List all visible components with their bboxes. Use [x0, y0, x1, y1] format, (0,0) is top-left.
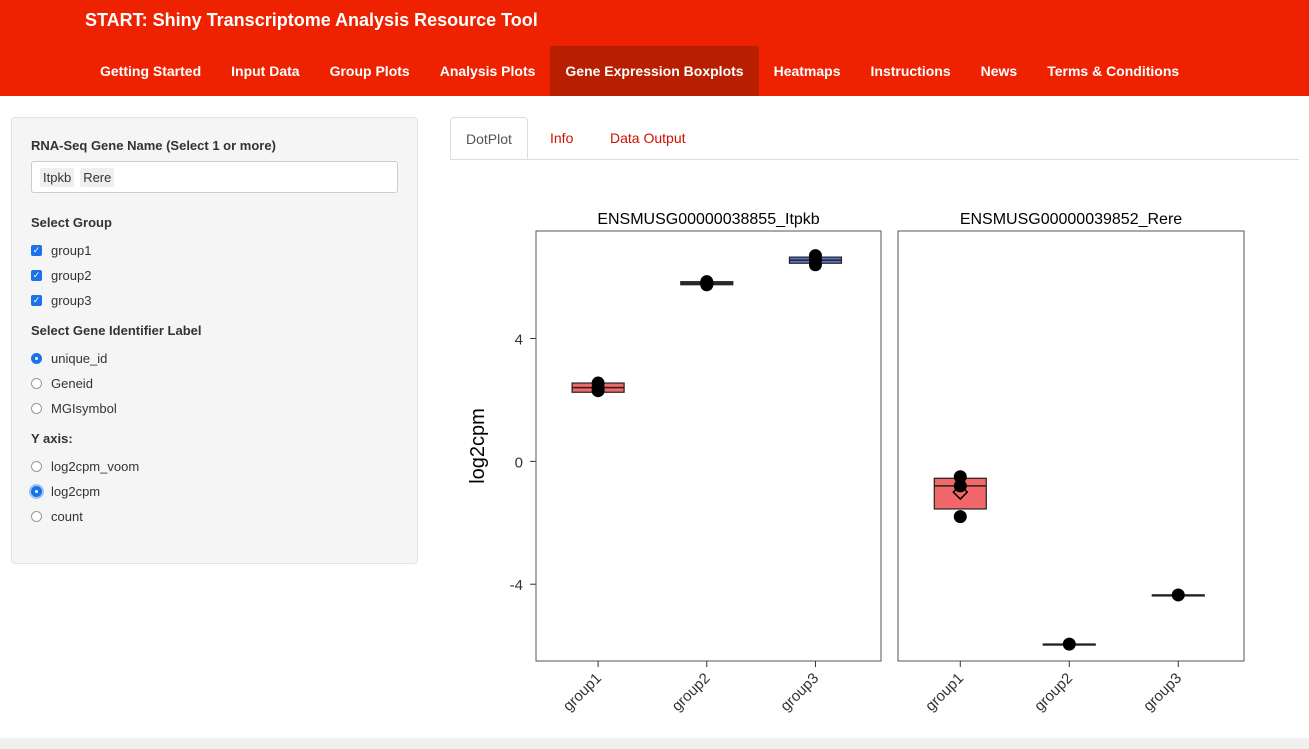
gene-select-input[interactable]: Itpkb Rere: [31, 161, 398, 193]
radio-label: log2cpm_voom: [51, 459, 140, 474]
checkbox-checked-icon[interactable]: ✓: [31, 270, 42, 281]
y-tick-label: 0: [515, 454, 523, 471]
radio-log2cpm-voom[interactable]: log2cpm_voom: [31, 454, 398, 479]
radio-selected-icon[interactable]: [31, 353, 42, 364]
radio-label: log2cpm: [51, 484, 101, 499]
x-tick-label: group2: [669, 670, 714, 715]
radio-log2cpm[interactable]: log2cpm: [31, 479, 398, 504]
navbar: START: Shiny Transcriptome Analysis Reso…: [0, 0, 1309, 96]
panel-frame: [535, 230, 882, 662]
radio-selected-icon[interactable]: [31, 486, 42, 497]
boxplot-chart: log2cpm -4 0 4 ENSMUSG00000038855_Itpkbgroup…: [467, 211, 1245, 715]
radio-label: unique_id: [51, 351, 108, 366]
gene-chip[interactable]: Rere: [80, 167, 115, 187]
radio-empty-icon[interactable]: [31, 511, 42, 522]
nav-news[interactable]: News: [966, 46, 1033, 96]
data-point: [591, 376, 605, 390]
sidebar-panel: RNA-Seq Gene Name (Select 1 or more) Itp…: [11, 117, 418, 564]
radio-mgisymbol[interactable]: MGIsymbol: [31, 396, 398, 421]
radio-label: MGIsymbol: [51, 401, 117, 416]
app-title[interactable]: START: Shiny Transcriptome Analysis Reso…: [85, 10, 538, 31]
panel-title: ENSMUSG00000039852_Rere: [960, 211, 1182, 228]
y-tick-label: 4: [515, 332, 523, 349]
group1-label: group1: [51, 243, 92, 258]
y-axis-title: log2cpm: [467, 408, 489, 484]
data-point: [953, 510, 967, 524]
nav-getting-started[interactable]: Getting Started: [85, 46, 216, 96]
x-tick-label: group3: [1140, 670, 1185, 715]
x-tick-label: group3: [777, 670, 822, 715]
nav-instructions[interactable]: Instructions: [856, 46, 966, 96]
radio-empty-icon[interactable]: [31, 403, 42, 414]
data-point: [808, 249, 822, 263]
radio-label: Geneid: [51, 376, 93, 391]
x-tick-label: group1: [922, 670, 967, 715]
plot-tabs: DotPlot Info Data Output: [450, 117, 1299, 160]
tab-info[interactable]: Info: [535, 117, 588, 159]
group3-label: group3: [51, 293, 92, 308]
group2-checkbox-row[interactable]: ✓ group2: [31, 263, 398, 288]
gene-identifier-label: Select Gene Identifier Label: [31, 323, 202, 338]
gene-chip[interactable]: Itpkb: [40, 167, 75, 187]
x-tick-label: group1: [560, 670, 605, 715]
group2-label: group2: [51, 268, 92, 283]
data-point: [1171, 588, 1185, 602]
nav-gene-expression-boxplots[interactable]: Gene Expression Boxplots: [550, 46, 759, 96]
radio-empty-icon[interactable]: [31, 378, 42, 389]
checkbox-checked-icon[interactable]: ✓: [31, 295, 42, 306]
nav-terms-conditions[interactable]: Terms & Conditions: [1032, 46, 1194, 96]
radio-count[interactable]: count: [31, 504, 398, 529]
checkbox-checked-icon[interactable]: ✓: [31, 245, 42, 256]
select-group-label: Select Group: [31, 215, 112, 230]
y-tick-label: -4: [510, 577, 523, 594]
radio-label: count: [51, 509, 83, 524]
nav-input-data[interactable]: Input Data: [216, 46, 314, 96]
nav-heatmaps[interactable]: Heatmaps: [759, 46, 856, 96]
radio-geneid[interactable]: Geneid: [31, 371, 398, 396]
panel-title: ENSMUSG00000038855_Itpkb: [597, 211, 819, 228]
x-tick-label: group2: [1031, 670, 1076, 715]
y-axis-label: Y axis:: [31, 431, 73, 446]
group3-checkbox-row[interactable]: ✓ group3: [31, 288, 398, 313]
radio-unique-id[interactable]: unique_id: [31, 346, 398, 371]
data-point: [1062, 637, 1076, 651]
gene-name-label: RNA-Seq Gene Name (Select 1 or more): [31, 138, 276, 153]
tab-dotplot[interactable]: DotPlot: [450, 117, 528, 159]
footer-strip: [0, 738, 1309, 749]
data-point: [700, 275, 714, 289]
nav-group-plots[interactable]: Group Plots: [315, 46, 425, 96]
radio-empty-icon[interactable]: [31, 461, 42, 472]
tab-data-output[interactable]: Data Output: [595, 117, 701, 159]
nav-menu: Getting Started Input Data Group Plots A…: [85, 46, 1194, 96]
nav-analysis-plots[interactable]: Analysis Plots: [425, 46, 551, 96]
group1-checkbox-row[interactable]: ✓ group1: [31, 238, 398, 263]
